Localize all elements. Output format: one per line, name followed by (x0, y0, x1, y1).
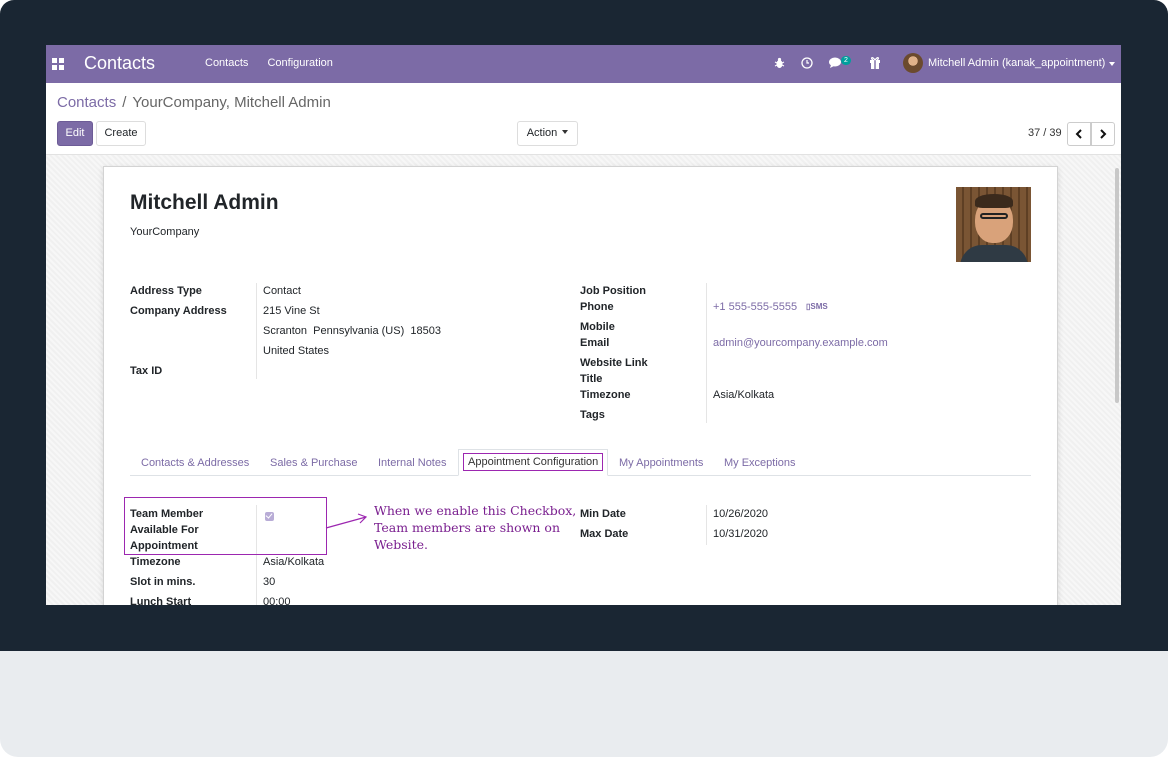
slot-label: Slot in mins. (130, 576, 196, 588)
sms-button[interactable]: ▯SMS (806, 302, 828, 311)
annotation-note: When we enable this Checkbox, Team membe… (374, 502, 579, 553)
address-country: United States (263, 345, 330, 357)
appt-timezone-label: Timezone (130, 556, 181, 568)
record-company[interactable]: YourCompany (130, 226, 199, 238)
pager-next-button[interactable] (1091, 122, 1115, 146)
phone-label: Phone (580, 301, 614, 313)
address-type-label: Address Type (130, 285, 202, 297)
max-date-label: Max Date (580, 528, 629, 540)
user-avatar[interactable] (903, 53, 923, 73)
app-brand[interactable]: Contacts (84, 53, 155, 74)
lunch-start-label: Lunch Start (130, 596, 192, 605)
breadcrumb: Contacts / YourCompany, Mitchell Admin (57, 94, 331, 111)
tab-my-exceptions[interactable]: My Exceptions (724, 457, 796, 469)
action-label: Action (526, 127, 558, 139)
tab-contacts-addresses[interactable]: Contacts & Addresses (141, 457, 249, 469)
gift-icon[interactable] (869, 56, 881, 69)
tab-appointment-configuration-label: Appointment Configuration (463, 453, 604, 471)
menu-configuration[interactable]: Configuration (267, 57, 332, 69)
email-value[interactable]: admin@yourcompany.example.com (713, 337, 888, 349)
lunch-start-value: 00:00 (263, 596, 291, 605)
mobile-label: Mobile (580, 321, 615, 333)
appointment-right-divider (706, 505, 707, 545)
appt-timezone-value: Asia/Kolkata (263, 556, 325, 568)
device-base (0, 651, 1168, 757)
slot-value: 30 (263, 576, 276, 588)
tab-appointment-configuration[interactable]: Appointment Configuration (458, 449, 608, 476)
min-date-value: 10/26/2020 (713, 508, 769, 520)
job-position-label: Job Position (580, 285, 646, 297)
company-address-label: Company Address (130, 305, 227, 317)
action-dropdown[interactable]: Action (517, 121, 578, 146)
notebook-tabs: Contacts & Addresses Sales & Purchase In… (130, 449, 1031, 476)
clock-icon[interactable] (801, 57, 813, 69)
left-column-divider (256, 283, 257, 379)
address-type-value: Contact (263, 285, 301, 297)
website-label: Website Link (580, 357, 648, 369)
scrollbar[interactable] (1115, 168, 1119, 403)
pager-previous-button[interactable] (1067, 122, 1091, 146)
contact-photo[interactable] (956, 187, 1031, 262)
address-city-state-zip: Scranton Pennsylvania (US) 18503 (263, 325, 441, 337)
edit-button[interactable]: Edit (57, 121, 93, 146)
pager-value[interactable]: 37 / 39 (1028, 127, 1062, 139)
bug-icon[interactable] (774, 57, 785, 69)
timezone-value: Asia/Kolkata (713, 389, 775, 401)
breadcrumb-current: YourCompany, Mitchell Admin (132, 94, 331, 111)
timezone-label: Timezone (580, 389, 631, 401)
annotation-highlight-box (124, 497, 327, 555)
max-date-value: 10/31/2020 (713, 528, 769, 540)
address-street: 215 Vine St (263, 305, 320, 317)
phone-value[interactable]: +1 555-555-5555 (713, 301, 797, 313)
title-label: Title (580, 373, 603, 385)
user-caret-icon[interactable] (1109, 62, 1115, 66)
main-menu: Contacts Configuration (205, 57, 349, 69)
menu-contacts[interactable]: Contacts (205, 57, 248, 69)
caret-down-icon (562, 130, 569, 134)
record-name: Mitchell Admin (130, 191, 279, 214)
annotation-arrow-icon (325, 513, 368, 529)
user-menu[interactable]: Mitchell Admin (kanak_appointment) (928, 57, 1105, 69)
tab-internal-notes[interactable]: Internal Notes (378, 457, 446, 469)
annotation-line-1: When we enable this Checkbox, (374, 503, 577, 518)
email-label: Email (580, 337, 610, 349)
annotation-line-2: Team members are shown on (374, 520, 560, 535)
sms-label: SMS (810, 302, 828, 311)
right-column-divider (706, 283, 707, 423)
tab-my-appointments[interactable]: My Appointments (619, 457, 703, 469)
top-navbar: Contacts Contacts Configuration 2 Mitche… (46, 45, 1121, 83)
annotation-line-3: Website. (374, 537, 429, 552)
tags-label: Tags (580, 409, 605, 421)
tab-sales-purchase[interactable]: Sales & Purchase (270, 457, 357, 469)
breadcrumb-contacts-link[interactable]: Contacts (57, 94, 116, 111)
chat-badge: 2 (841, 56, 851, 65)
create-button[interactable]: Create (96, 121, 146, 146)
min-date-label: Min Date (580, 508, 626, 520)
apps-icon[interactable] (52, 58, 64, 70)
breadcrumb-separator: / (122, 94, 127, 111)
chevron-right-icon (1100, 129, 1107, 139)
tax-id-label: Tax ID (130, 365, 163, 377)
chevron-left-icon (1075, 129, 1082, 139)
